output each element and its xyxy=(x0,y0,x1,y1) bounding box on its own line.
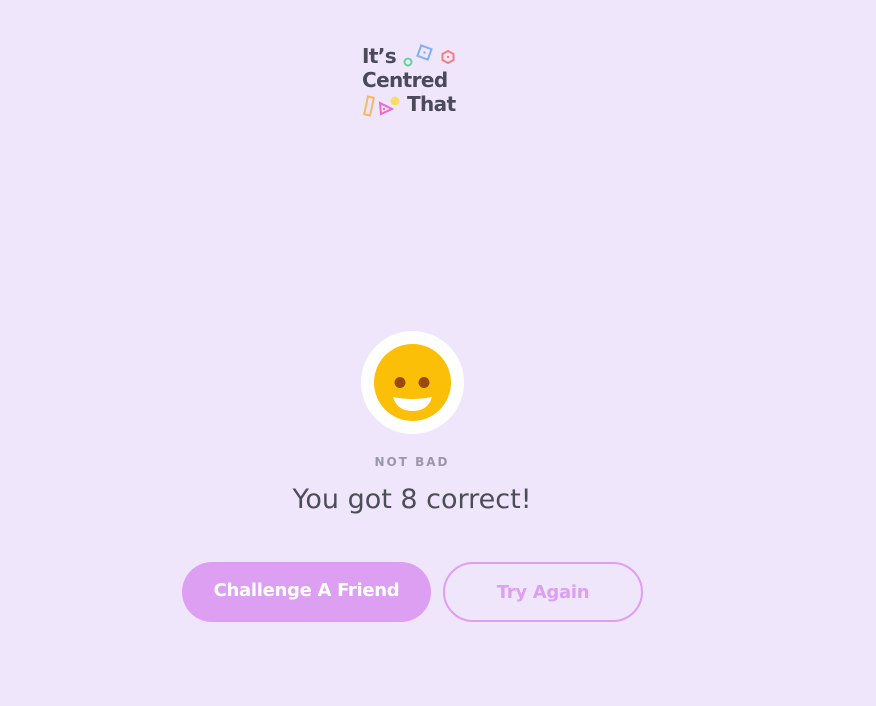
logo[interactable]: It’s Centred That xyxy=(362,43,472,119)
emoji-badge xyxy=(361,331,464,434)
challenge-friend-button[interactable]: Challenge A Friend xyxy=(182,562,431,622)
score-text: You got 8 correct! xyxy=(292,484,532,515)
logo-shapes-icon xyxy=(363,44,455,117)
smiling-face-icon xyxy=(374,344,451,421)
result-rating-label: NOT BAD xyxy=(374,455,450,469)
try-again-button[interactable]: Try Again xyxy=(443,562,643,622)
